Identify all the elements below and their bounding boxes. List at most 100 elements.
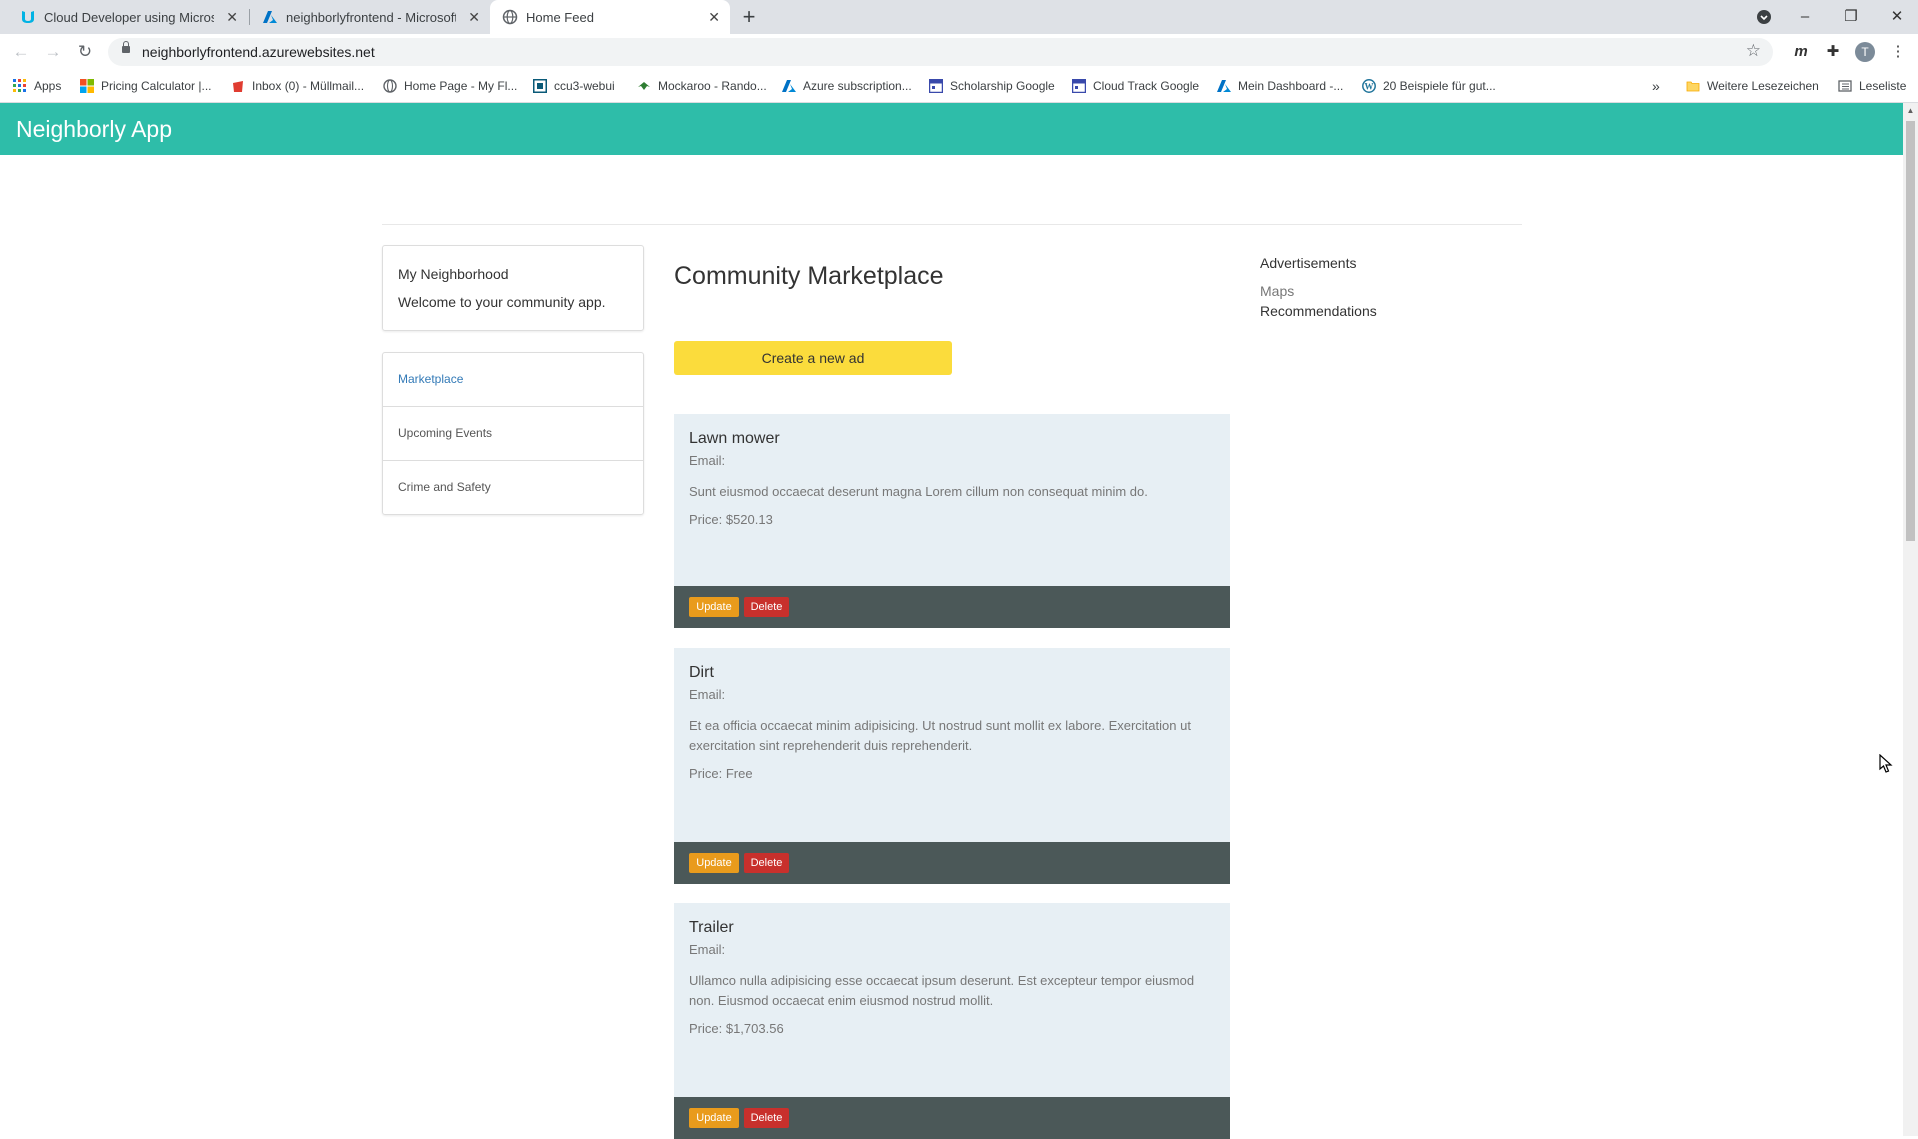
- window-close-icon[interactable]: ✕: [1883, 4, 1911, 30]
- bookmark-apps[interactable]: Apps: [13, 77, 61, 95]
- bookmark-scholarship-google[interactable]: Scholarship Google: [928, 77, 1055, 95]
- tab-cloud-developer[interactable]: Cloud Developer using Microsoft ✕: [8, 0, 248, 34]
- bookmark-mein-dashboard[interactable]: Mein Dashboard -...: [1217, 77, 1343, 95]
- ad-card: Lawn mower Email: Sunt eiusmod occaecat …: [674, 414, 1230, 628]
- svg-text:W: W: [1365, 82, 1374, 92]
- bookmark-label: Pricing Calculator |...: [101, 79, 212, 93]
- reload-icon[interactable]: ↻: [74, 41, 96, 63]
- bookmark-star-icon[interactable]: ☆: [1746, 41, 1761, 61]
- tab-home-feed[interactable]: Home Feed ✕: [490, 0, 730, 34]
- create-ad-button[interactable]: Create a new ad: [674, 341, 952, 375]
- minimize-icon[interactable]: –: [1791, 4, 1819, 30]
- recommendations-link[interactable]: Recommendations: [1260, 303, 1377, 319]
- scroll-up-arrow-icon[interactable]: ▲: [1903, 103, 1918, 118]
- extension-m-icon[interactable]: m: [1790, 41, 1812, 63]
- close-icon[interactable]: ✕: [468, 9, 480, 26]
- extensions-puzzle-icon[interactable]: ✚: [1822, 41, 1844, 63]
- delete-button[interactable]: Delete: [744, 1108, 789, 1128]
- bookmark-label: Azure subscription...: [803, 79, 912, 93]
- bookmark-label: Scholarship Google: [950, 79, 1055, 93]
- tab-search-icon[interactable]: [1750, 4, 1778, 30]
- tab-title: neighborlyfrontend - Microsoft A: [286, 9, 456, 25]
- ad-price: Price: $520.13: [689, 512, 773, 527]
- nav-item-upcoming-events[interactable]: Upcoming Events: [383, 407, 643, 461]
- bookmark-cloud-track-google[interactable]: Cloud Track Google: [1071, 77, 1200, 95]
- calendar-icon: [1071, 78, 1087, 94]
- nav-item-marketplace[interactable]: Marketplace: [383, 353, 643, 407]
- bookmark-label: Leseliste: [1859, 79, 1907, 93]
- page-scrollbar[interactable]: ▲: [1903, 103, 1918, 1136]
- ad-description: Ullamco nulla adipisicing esse occaecat …: [689, 973, 1195, 1008]
- tab-title: Home Feed: [526, 9, 594, 25]
- delete-button[interactable]: Delete: [744, 853, 789, 873]
- ad-card: Dirt Email: Et ea officia occaecat minim…: [674, 648, 1230, 884]
- omnibox[interactable]: neighborlyfrontend.azurewebsites.net ☆: [108, 38, 1773, 66]
- ad-actions: Update Delete: [674, 842, 1230, 884]
- close-icon[interactable]: ✕: [226, 9, 238, 26]
- other-bookmarks-folder[interactable]: Weitere Lesezeichen: [1686, 77, 1819, 95]
- intro-title: My Neighborhood: [398, 266, 509, 282]
- intro-text: Welcome to your community app.: [398, 294, 606, 310]
- address-bar-row: ← → ↻ neighborlyfrontend.azurewebsites.n…: [0, 34, 1918, 70]
- bookmark-home-page[interactable]: Home Page - My Fl...: [383, 77, 517, 95]
- tab-title: Cloud Developer using Microsoft: [44, 9, 214, 25]
- nav-item-crime-and-safety[interactable]: Crime and Safety: [383, 461, 643, 515]
- bookmark-inbox[interactable]: Inbox (0) - Müllmail...: [231, 77, 364, 95]
- bookmark-azure-subscription[interactable]: Azure subscription...: [782, 77, 912, 95]
- ad-description: Sunt eiusmod occaecat deserunt magna Lor…: [689, 484, 1148, 499]
- reading-list-icon: [1838, 79, 1852, 93]
- reading-list-button[interactable]: Leseliste: [1838, 77, 1906, 95]
- bookmark-label: Mein Dashboard -...: [1238, 79, 1344, 93]
- delete-button[interactable]: Delete: [744, 597, 789, 617]
- ad-email: Email:: [689, 453, 726, 468]
- bookmark-ccu3-webui[interactable]: ccu3-webui: [532, 77, 615, 95]
- azure-icon: [1217, 79, 1231, 93]
- mouse-cursor-icon: [1879, 753, 1893, 774]
- ad-card: Trailer Email: Ullamco nulla adipisicing…: [674, 903, 1230, 1139]
- globe-icon: [383, 79, 397, 93]
- ad-actions: Update Delete: [674, 586, 1230, 628]
- profile-avatar[interactable]: T: [1855, 42, 1875, 62]
- intro-panel: My Neighborhood Welcome to your communit…: [382, 245, 644, 331]
- apps-grid-icon: [13, 79, 27, 93]
- lock-icon[interactable]: [122, 41, 130, 53]
- wordpress-icon: W: [1362, 79, 1376, 93]
- update-button[interactable]: Update: [689, 853, 739, 873]
- url-text[interactable]: neighborlyfrontend.azurewebsites.net: [142, 44, 375, 60]
- udacity-icon: [20, 9, 36, 25]
- bookmark-pricing-calculator[interactable]: Pricing Calculator |...: [80, 77, 212, 95]
- bookmark-label: Weitere Lesezeichen: [1707, 79, 1819, 93]
- ad-description: Et ea officia occaecat minim adipisicing…: [689, 718, 1191, 753]
- bookmark-mockaroo[interactable]: Mockaroo - Rando...: [637, 77, 767, 95]
- tab-strip: Cloud Developer using Microsoft ✕ neighb…: [0, 0, 1918, 34]
- globe-icon: [502, 9, 518, 25]
- ad-title: Dirt: [689, 664, 714, 681]
- update-button[interactable]: Update: [689, 597, 739, 617]
- brand-link[interactable]: Neighborly App: [16, 116, 172, 143]
- ad-title: Trailer: [689, 919, 734, 936]
- ad-email: Email:: [689, 942, 726, 957]
- webui-icon: [532, 78, 548, 94]
- bookmark-label: Apps: [34, 79, 62, 93]
- menu-kebab-icon[interactable]: ⋮: [1887, 41, 1909, 63]
- tab-neighborlyfrontend[interactable]: neighborlyfrontend - Microsoft A ✕: [250, 0, 490, 34]
- bookmark-label: Inbox (0) - Müllmail...: [252, 79, 365, 93]
- restore-icon[interactable]: ❐: [1837, 4, 1865, 30]
- maps-link[interactable]: Maps: [1260, 283, 1294, 299]
- ad-title: Lawn mower: [689, 430, 780, 447]
- update-button[interactable]: Update: [689, 1108, 739, 1128]
- bookmarks-bar: Apps Pricing Calculator |... Inbox (0) -…: [0, 70, 1918, 103]
- scrollbar-thumb[interactable]: [1906, 121, 1915, 541]
- mail-icon: [231, 79, 245, 93]
- close-icon[interactable]: ✕: [708, 9, 720, 26]
- bookmark-label: Cloud Track Google: [1093, 79, 1200, 93]
- divider: [382, 224, 1522, 225]
- ad-price: Price: $1,703.56: [689, 1021, 784, 1036]
- new-tab-button[interactable]: +: [737, 5, 761, 29]
- azure-icon: [782, 79, 796, 93]
- advertisements-heading: Advertisements: [1260, 255, 1357, 271]
- bookmark-20-beispiele[interactable]: W 20 Beispiele für gut...: [1362, 77, 1496, 95]
- more-bookmarks-button[interactable]: »: [1652, 77, 1660, 95]
- forward-icon[interactable]: →: [42, 41, 64, 63]
- back-icon[interactable]: ←: [10, 41, 32, 63]
